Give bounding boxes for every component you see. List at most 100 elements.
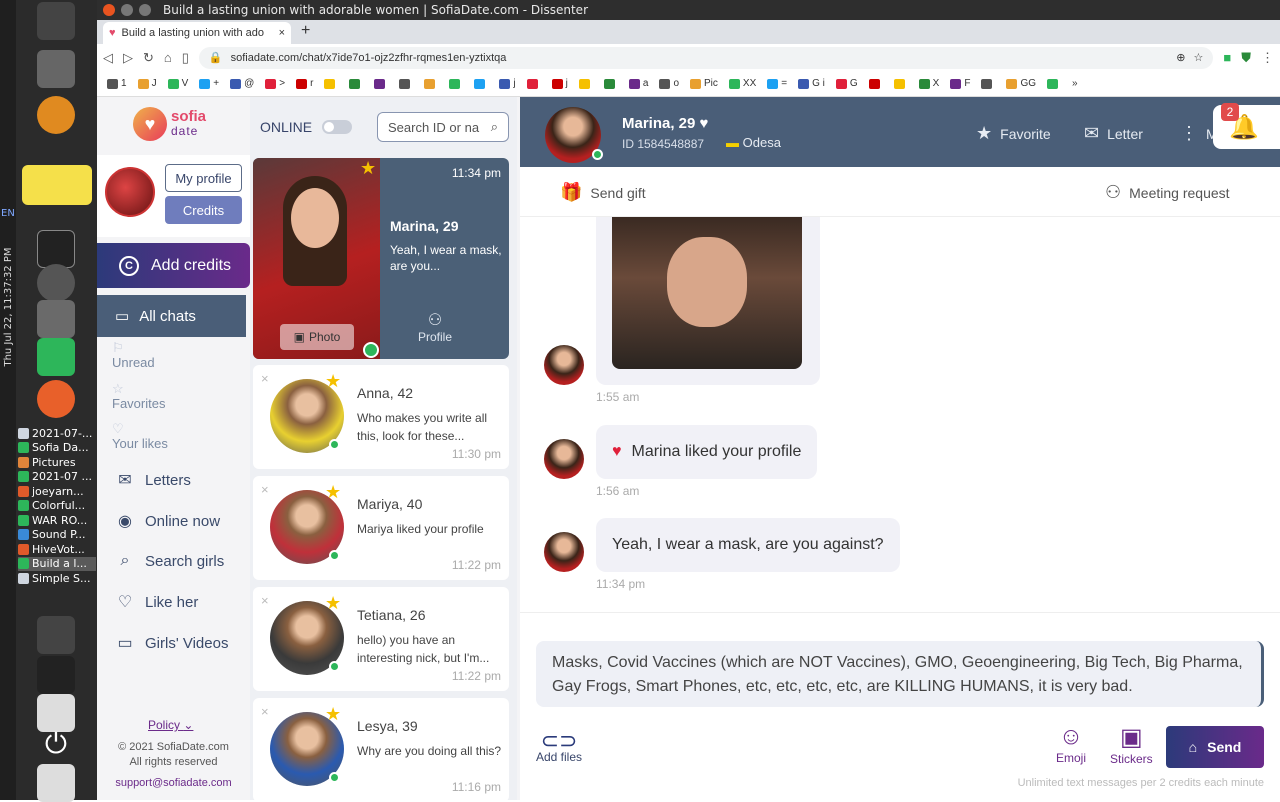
bookmark-item[interactable] xyxy=(1047,78,1061,89)
bookmark-item[interactable]: + xyxy=(199,78,219,89)
bookmark-item[interactable]: F xyxy=(950,78,970,89)
support-email-link[interactable]: support@sofiadate.com xyxy=(97,777,250,789)
bookmark-item[interactable]: » xyxy=(1072,78,1078,89)
letter-button[interactable]: ✉ Letter xyxy=(1084,123,1143,144)
notifications-button[interactable]: 🔔 2 xyxy=(1213,103,1280,149)
credits-button[interactable]: Credits xyxy=(165,196,242,224)
online-toggle[interactable] xyxy=(322,120,353,134)
nav-like-her[interactable]: ♡ Like her xyxy=(115,592,199,612)
send-button[interactable]: ⌂ Send xyxy=(1166,726,1264,768)
favorite-star-icon[interactable]: ★ xyxy=(325,704,341,725)
zoom-icon[interactable]: ⊕ xyxy=(1176,51,1185,64)
nav-all-chats[interactable]: ▭ All chats xyxy=(97,295,246,337)
taskbar-item[interactable]: WAR RO... xyxy=(18,513,96,527)
bookmark-item[interactable]: j xyxy=(551,78,568,89)
search-input[interactable]: Search ID or na ⌕ xyxy=(377,112,509,142)
bookmark-item[interactable]: G xyxy=(835,78,858,89)
close-icon[interactable]: × xyxy=(261,593,269,608)
close-tab-icon[interactable]: × xyxy=(279,27,285,39)
bookmark-item[interactable]: Pic xyxy=(690,78,718,89)
new-tab-icon[interactable]: + xyxy=(301,22,310,40)
minimize-window-icon[interactable] xyxy=(121,4,133,16)
policy-link[interactable]: Policy ⌄ xyxy=(148,718,193,732)
bookmark-item[interactable]: r xyxy=(296,78,313,89)
search-icon[interactable] xyxy=(37,96,75,134)
editor-icon[interactable] xyxy=(37,338,75,376)
forward-icon[interactable]: ▷ xyxy=(123,50,133,66)
bookmark-item[interactable] xyxy=(893,78,908,89)
system-icon[interactable] xyxy=(37,264,75,302)
favorite-star-icon[interactable]: ★ xyxy=(325,593,341,614)
message-input[interactable]: Masks, Covid Vaccines (which are NOT Vac… xyxy=(536,641,1264,707)
bookmark-item[interactable]: 1 xyxy=(107,78,127,89)
back-icon[interactable]: ◁ xyxy=(103,50,113,66)
bookmark-item[interactable]: o xyxy=(659,78,679,89)
star-icon[interactable]: ☆ xyxy=(1194,51,1204,64)
terminal-icon[interactable] xyxy=(37,230,75,268)
maximize-window-icon[interactable] xyxy=(139,4,151,16)
taskbar-item[interactable]: 2021-07 ... xyxy=(18,470,96,484)
bookmark-item[interactable] xyxy=(526,78,541,89)
avatar[interactable] xyxy=(105,167,155,217)
bookmark-item[interactable]: a xyxy=(628,78,648,89)
emoji-button[interactable]: ☺ Emoji xyxy=(1056,723,1086,765)
address-bar[interactable]: 🔒 sofiadate.com/chat/x7ide7o1-ojz2zfhr-r… xyxy=(198,46,1214,69)
favorite-star-icon[interactable]: ★ xyxy=(325,482,341,503)
taskbar-item[interactable]: Simple S... xyxy=(18,571,96,585)
firefox-icon[interactable] xyxy=(37,380,75,418)
nav-online-now[interactable]: ◉ Online now xyxy=(115,511,220,531)
profile-button[interactable]: ⚇ Profile xyxy=(418,310,452,344)
add-credits-button[interactable]: C Add credits xyxy=(97,243,250,288)
bookmark-item[interactable] xyxy=(981,78,995,89)
taskbar-item[interactable]: Sound P... xyxy=(18,528,96,542)
bookmark-item[interactable] xyxy=(449,78,463,89)
bookmark-item[interactable]: GG xyxy=(1006,78,1036,89)
taskbar-item[interactable]: HiveVot... xyxy=(18,542,96,556)
bookmark-item[interactable]: = xyxy=(767,78,787,89)
chat-card[interactable]: × ★ Anna, 42 Who makes you write all this, … xyxy=(253,365,509,469)
my-profile-button[interactable]: My profile xyxy=(165,164,242,192)
taskbar-item[interactable]: Colorful... xyxy=(18,499,96,513)
files-icon[interactable] xyxy=(37,300,75,338)
shield-icon[interactable]: ⛊ xyxy=(1241,50,1251,66)
bookmark-item[interactable]: j xyxy=(499,78,516,89)
stickers-button[interactable]: ▣ Stickers xyxy=(1110,723,1153,766)
bookmark-item[interactable]: @ xyxy=(230,78,254,89)
scanner-icon[interactable] xyxy=(37,50,75,88)
reload-icon[interactable]: ↻ xyxy=(143,50,154,66)
taskbar-item[interactable]: 2021-07-... xyxy=(18,426,96,440)
nav-letters[interactable]: ✉ Letters xyxy=(115,470,191,490)
bookmark-icon[interactable]: ▯ xyxy=(182,50,189,66)
photo-button[interactable]: ▣ Photo xyxy=(280,324,354,350)
tab-sofiadate[interactable]: ♥ Build a lasting union with ado × xyxy=(103,22,291,44)
chat-card-active[interactable]: ★ ▣ Photo 11:34 pm Marina, 29 Yeah, I wea… xyxy=(253,158,509,359)
bookmark-item[interactable]: X xyxy=(918,78,939,89)
trash-icon[interactable] xyxy=(37,2,75,40)
bookmark-item[interactable] xyxy=(374,78,388,89)
close-icon[interactable]: × xyxy=(261,704,269,719)
close-icon[interactable]: × xyxy=(261,371,269,386)
bookmark-item[interactable] xyxy=(399,78,413,89)
power-icon[interactable]: ⏻ xyxy=(37,728,75,766)
app-icon[interactable] xyxy=(37,764,75,802)
bookmark-item[interactable]: > xyxy=(265,78,285,89)
meeting-request-button[interactable]: ⚇ Meeting request xyxy=(1105,182,1230,203)
taskbar-item[interactable]: joeyarn... xyxy=(18,484,96,498)
bookmark-item[interactable] xyxy=(424,78,438,89)
bookmark-item[interactable] xyxy=(603,78,618,89)
chat-card[interactable]: × ★ Tetiana, 26 hello) you have an interest… xyxy=(253,587,509,691)
extension-icon[interactable]: ■ xyxy=(1223,50,1231,65)
menu-icon[interactable]: ⋮ xyxy=(1261,50,1274,66)
nav-search-girls[interactable]: ⌕ Search girls xyxy=(115,552,225,570)
bookmark-item[interactable] xyxy=(578,78,593,89)
bookmark-item[interactable] xyxy=(474,78,488,89)
monitor-icon[interactable] xyxy=(37,656,75,694)
taskbar-item[interactable]: Pictures xyxy=(18,455,96,469)
favorite-star-icon[interactable]: ★ xyxy=(360,158,376,179)
send-gift-button[interactable]: 🎁 Send gift xyxy=(560,182,646,203)
sofiadate-logo[interactable]: ♥ sofia date xyxy=(133,107,206,141)
taskbar-item[interactable]: Sofia Da... xyxy=(18,441,96,455)
camera-icon[interactable] xyxy=(37,694,75,732)
favorite-star-icon[interactable]: ★ xyxy=(325,371,341,392)
shared-photo[interactable] xyxy=(612,217,802,369)
